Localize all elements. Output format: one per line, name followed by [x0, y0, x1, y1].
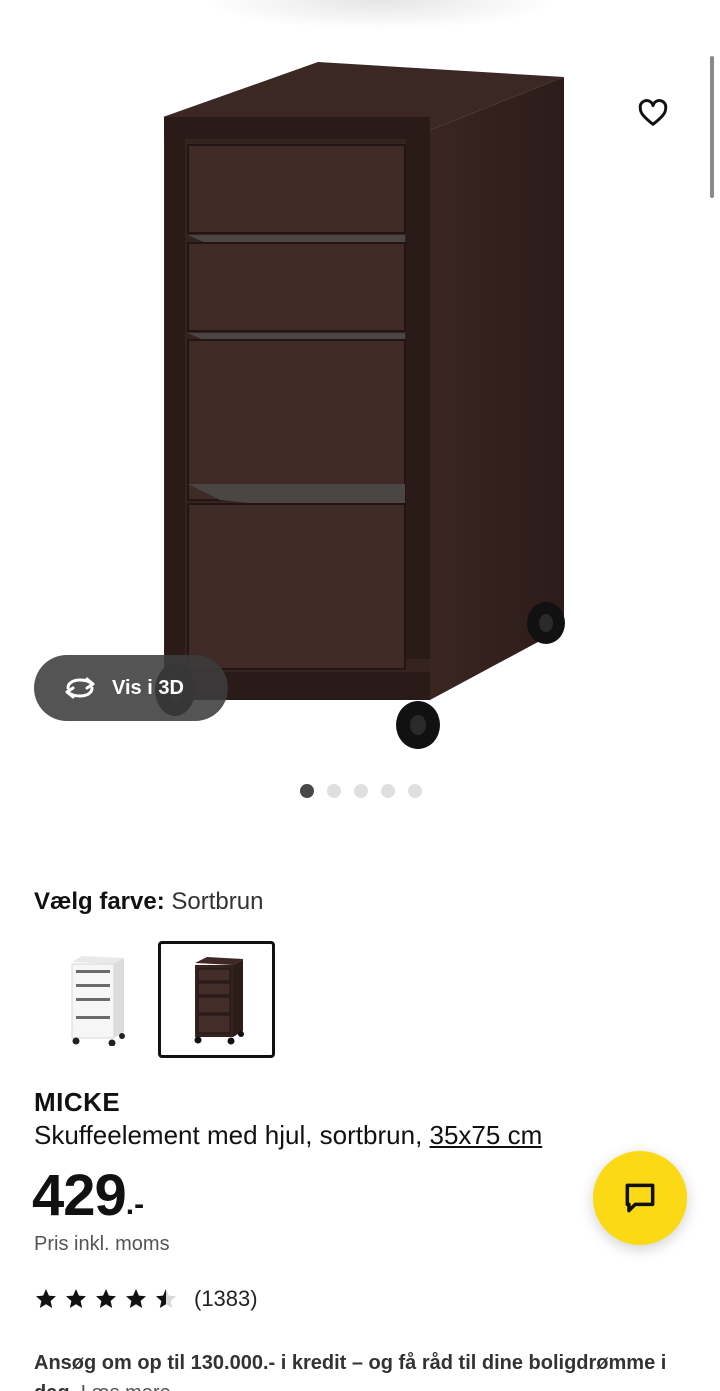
rating-count: (1383)	[194, 1286, 258, 1311]
size-link[interactable]: 35x75 cm	[430, 1120, 543, 1150]
sortbrun-drawer-thumbnail	[194, 956, 244, 1044]
color-value: Sortbrun	[171, 888, 264, 915]
carousel-dot-3[interactable]	[354, 784, 368, 798]
rotate-icon	[65, 677, 95, 699]
chat-button[interactable]	[593, 1151, 687, 1245]
color-selector-label: Vælg farve: Sortbrun	[34, 888, 263, 916]
view-3d-button[interactable]: Vis i 3D	[34, 655, 228, 721]
rating[interactable]: (1383)	[34, 1286, 258, 1312]
product-description: Skuffeelement med hjul, sortbrun, 35x75 …	[34, 1120, 542, 1151]
rating-stars	[34, 1287, 178, 1311]
read-more-link[interactable]: Læs mere	[81, 1382, 171, 1391]
half-star-icon	[156, 1289, 176, 1308]
carousel-dot-2[interactable]	[327, 784, 341, 798]
carousel-dots	[300, 784, 422, 798]
favorite-button[interactable]	[622, 82, 684, 144]
carousel-dot-1[interactable]	[300, 784, 314, 798]
color-label: Vælg farve:	[34, 888, 165, 915]
star-icon	[36, 1289, 56, 1308]
product-image-area[interactable]: Vis i 3D	[0, 0, 720, 760]
product-name: MICKE	[34, 1087, 121, 1117]
credit-banner[interactable]: Ansøg om op til 130.000.- i kredit – og …	[34, 1348, 694, 1391]
product-page: Vis i 3D Vælg farve: Sortbrun MICKE Skuf…	[0, 0, 720, 1391]
scrollbar[interactable]	[710, 56, 714, 198]
product-description-text: Skuffeelement med hjul, sortbrun,	[34, 1120, 430, 1150]
price-value: 429	[32, 1163, 127, 1228]
micke-drawer-unit-image	[155, 62, 565, 749]
star-icon	[66, 1289, 86, 1308]
color-option-white[interactable]	[34, 941, 151, 1058]
carousel-dot-5[interactable]	[408, 784, 422, 798]
color-option-sortbrun[interactable]	[158, 941, 275, 1058]
price-suffix: .-	[125, 1188, 145, 1221]
star-icon	[126, 1289, 146, 1308]
vat-note: Pris inkl. moms	[34, 1233, 170, 1255]
white-drawer-thumbnail	[71, 955, 125, 1046]
star-icon	[96, 1289, 116, 1308]
carousel-dot-4[interactable]	[381, 784, 395, 798]
heart-icon	[638, 99, 668, 126]
view-3d-label: Vis i 3D	[112, 676, 184, 699]
chat-icon	[625, 1183, 655, 1213]
product-price: 429 .-	[32, 1162, 144, 1229]
